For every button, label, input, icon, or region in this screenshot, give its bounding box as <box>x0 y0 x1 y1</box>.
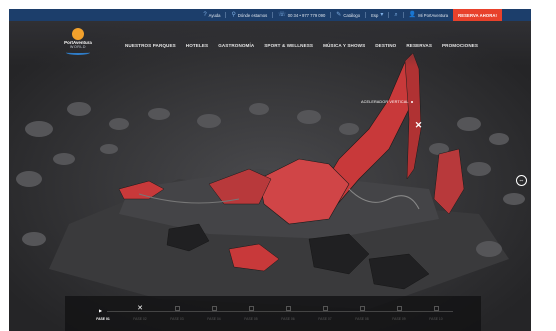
phase-marker <box>211 306 217 311</box>
map-viewport: ? Ayuda ⚲ Dónde estamos ☏ 00 34 • 977 77… <box>9 9 531 331</box>
language-icon: ✎ <box>336 12 342 18</box>
phase-label: FASE 06 <box>281 317 295 321</box>
phase-marker <box>285 306 291 311</box>
nav-item-parques[interactable]: NUESTROS PARQUES <box>125 43 176 48</box>
phase-item[interactable]: FASE 05 <box>235 306 267 321</box>
nav-item-destino[interactable]: DESTINO <box>375 43 396 48</box>
phase-item[interactable]: FASE 06 <box>272 306 304 321</box>
wave-icon <box>66 50 90 55</box>
logo-subtext: WORLD <box>70 45 86 49</box>
search-icon: ⌕ <box>394 12 398 18</box>
close-hotspot-icon[interactable]: ✕ <box>415 121 423 130</box>
phase-item[interactable]: FASE 08 <box>346 306 378 321</box>
phase-item[interactable]: FASE 09 <box>383 306 415 321</box>
reserve-now-button[interactable]: RESERVA AHORA! <box>453 9 502 21</box>
location-icon: ⚲ <box>231 12 236 18</box>
phase-label: FASE 10 <box>429 317 443 321</box>
phone-icon: ☏ <box>278 12 286 18</box>
phase-timeline: ▶ FASE 01 ✕ FASE 02 FASE 03 FASE 04 FASE 05 FA… <box>65 296 481 331</box>
location-label: Dónde estamos <box>237 12 268 18</box>
attraction-name: ACELERADOR VERTICAL <box>361 100 409 104</box>
help-link[interactable]: ? Ayuda <box>203 12 220 18</box>
location-link[interactable]: ⚲ Dónde estamos <box>231 12 267 18</box>
account-link[interactable]: 👤 Mi PortAventura <box>409 12 448 18</box>
nav-item-reservas[interactable]: RESERVAS <box>406 43 432 48</box>
phase-item[interactable]: FASE 10 <box>420 306 452 321</box>
divider <box>388 12 390 18</box>
user-icon: 👤 <box>408 12 417 18</box>
utility-bar: ? Ayuda ⚲ Dónde estamos ☏ 00 34 • 977 77… <box>9 9 531 21</box>
phase-item[interactable]: FASE 07 <box>309 306 341 321</box>
phase-marker <box>396 306 402 311</box>
nav-item-gastronomia[interactable]: GASTRONOMÍA <box>218 43 254 48</box>
phase-label: FASE 05 <box>244 317 258 321</box>
help-icon: ? <box>203 12 207 18</box>
phase-label: FASE 03 <box>170 317 184 321</box>
phase-item[interactable]: FASE 01 <box>87 306 119 321</box>
chevron-down-icon: ▾ <box>380 12 384 18</box>
nav-item-musica-shows[interactable]: MÚSICA Y SHOWS <box>323 43 365 48</box>
language-label: Esp <box>371 12 379 18</box>
divider <box>272 12 274 18</box>
phase-label: FASE 07 <box>318 317 332 321</box>
divider <box>365 12 367 18</box>
phase-marker <box>433 306 439 311</box>
phase-marker <box>248 306 254 311</box>
portaventura-logo[interactable]: PortAventura WORLD <box>61 28 95 58</box>
sun-icon <box>72 28 84 40</box>
close-icon: ✕ <box>137 305 143 312</box>
phase-marker <box>322 306 328 311</box>
account-label: Mi PortAventura <box>418 12 449 18</box>
phase-label: FASE 01 <box>96 317 110 321</box>
catalog-link[interactable]: ✎ Catálogo <box>336 12 360 18</box>
phase-item[interactable]: ✕ FASE 02 <box>124 305 156 321</box>
phone-link[interactable]: ☏ 00 34 • 977 779 090 <box>278 12 325 18</box>
phase-item[interactable]: FASE 04 <box>198 306 230 321</box>
pan-control-icon[interactable]: ⇔ <box>516 175 527 186</box>
nav-item-sport-wellness[interactable]: SPORT & WELLNESS <box>264 43 313 48</box>
nav-item-hoteles[interactable]: HOTELES <box>186 43 208 48</box>
phase-label: FASE 02 <box>133 317 147 321</box>
search-button[interactable]: ⌕ <box>394 12 397 18</box>
phase-label: FASE 09 <box>392 317 406 321</box>
phase-label: FASE 08 <box>355 317 369 321</box>
phone-label: 00 34 • 977 779 090 <box>287 12 326 18</box>
nav-menu: NUESTROS PARQUES HOTELES GASTRONOMÍA SPO… <box>125 43 478 48</box>
nav-item-promociones[interactable]: PROMOCIONES <box>442 43 478 48</box>
main-nav: PortAventura WORLD NUESTROS PARQUES HOTE… <box>9 21 531 66</box>
divider <box>330 12 332 18</box>
phase-marker <box>359 306 365 311</box>
help-label: Ayuda <box>208 12 221 18</box>
phase-item[interactable]: FASE 03 <box>161 306 193 321</box>
phase-label: FASE 04 <box>207 317 221 321</box>
catalog-label: Catálogo <box>343 12 361 18</box>
attraction-label[interactable]: ACELERADOR VERTICAL <box>361 100 413 104</box>
pin-icon <box>410 101 413 103</box>
language-select[interactable]: Esp ▾ <box>371 12 383 18</box>
divider <box>225 12 227 18</box>
divider <box>402 12 404 18</box>
phase-marker <box>174 306 180 311</box>
